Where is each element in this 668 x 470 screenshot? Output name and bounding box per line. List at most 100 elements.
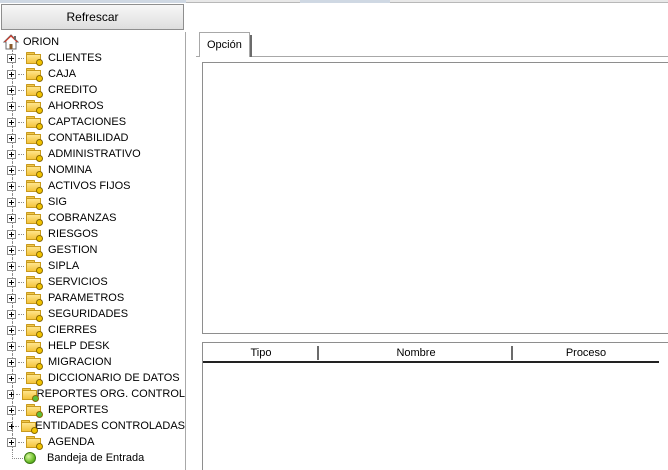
- inbox-icon: [24, 452, 36, 464]
- tree-item[interactable]: AGENDA: [3, 434, 185, 450]
- inbox-item[interactable]: Bandeja de Entrada: [3, 450, 185, 466]
- folder-icon: [25, 339, 45, 354]
- expand-icon[interactable]: [7, 325, 16, 335]
- expand-icon[interactable]: [7, 341, 16, 351]
- expand-icon[interactable]: [7, 357, 16, 367]
- expand-icon[interactable]: [7, 149, 16, 159]
- navigation-panel: Refrescar ORION CLIENTES CAJA CREDITO AHORR…: [0, 3, 186, 470]
- expand-icon[interactable]: [7, 373, 16, 383]
- expand-icon[interactable]: [7, 245, 16, 255]
- expand-icon[interactable]: [7, 421, 15, 431]
- expand-icon[interactable]: [7, 261, 16, 271]
- tree-item[interactable]: SIPLA: [3, 258, 185, 274]
- tree-item-label: SEGURIDADES: [48, 308, 129, 320]
- tree-item[interactable]: MIGRACION: [3, 354, 185, 370]
- expand-icon[interactable]: [7, 437, 16, 447]
- tree-root[interactable]: ORION: [3, 34, 185, 50]
- tree-connector: [18, 441, 24, 443]
- tree-item[interactable]: COBRANZAS: [3, 210, 185, 226]
- tree-connector: [18, 201, 24, 203]
- expand-icon[interactable]: [7, 389, 14, 399]
- tree-item[interactable]: CAJA: [3, 66, 185, 82]
- status-dot-icon: [36, 363, 43, 370]
- tree-item[interactable]: SEGURIDADES: [3, 306, 185, 322]
- tree-item[interactable]: CONTABILIDAD: [3, 130, 185, 146]
- expand-icon[interactable]: [7, 277, 16, 287]
- tree-item[interactable]: SERVICIOS: [3, 274, 185, 290]
- tree-connector: [18, 89, 24, 91]
- tree-item[interactable]: ENTIDADES CONTROLADAS: [3, 418, 185, 434]
- results-grid: Tipo Nombre Proceso: [202, 342, 668, 470]
- status-dot-icon: [36, 315, 43, 322]
- tree-item-label: SIPLA: [48, 260, 80, 272]
- expand-icon[interactable]: [7, 53, 16, 63]
- tree-item[interactable]: REPORTES: [3, 402, 185, 418]
- folder-icon: [25, 163, 45, 178]
- tree-item[interactable]: PARAMETROS: [3, 290, 185, 306]
- tree-item-label: CONTABILIDAD: [48, 132, 129, 144]
- tree-item-label: AHORROS: [48, 100, 104, 112]
- tree-item[interactable]: NOMINA: [3, 162, 185, 178]
- tree-item-label: SERVICIOS: [48, 276, 108, 288]
- expand-icon[interactable]: [7, 213, 16, 223]
- refresh-button[interactable]: Refrescar: [1, 4, 184, 30]
- tree-item-label: RIESGOS: [48, 228, 99, 240]
- tree-connector: [18, 105, 24, 107]
- tree-item-label: PARAMETROS: [48, 292, 125, 304]
- expand-icon[interactable]: [7, 229, 16, 239]
- content-panel: Opción Tipo Nombre Proceso: [186, 3, 668, 470]
- folder-icon: [20, 419, 38, 434]
- tree-connector: [18, 153, 24, 155]
- column-nombre[interactable]: Nombre: [319, 345, 513, 361]
- folder-icon: [25, 435, 45, 450]
- expand-icon[interactable]: [7, 69, 16, 79]
- tree-item[interactable]: HELP DESK: [3, 338, 185, 354]
- status-dot-icon: [36, 187, 43, 194]
- tree-item[interactable]: ACTIVOS FIJOS: [3, 178, 185, 194]
- tree-item-label: GESTION: [48, 244, 98, 256]
- expand-icon[interactable]: [7, 101, 16, 111]
- tree-item-label: CREDITO: [48, 84, 98, 96]
- tree-item[interactable]: ADMINISTRATIVO: [3, 146, 185, 162]
- tree-item[interactable]: CLIENTES: [3, 50, 185, 66]
- folder-icon: [25, 83, 45, 98]
- tree-item-label: CLIENTES: [48, 52, 102, 64]
- tree-item[interactable]: DICCIONARIO DE DATOS: [3, 370, 185, 386]
- expand-icon[interactable]: [7, 85, 16, 95]
- tree-connector: [18, 137, 24, 139]
- tree-item-label: NOMINA: [48, 164, 92, 176]
- tree-connector: [18, 281, 24, 283]
- grid-header: Tipo Nombre Proceso: [203, 345, 659, 363]
- expand-icon[interactable]: [7, 165, 16, 175]
- expand-icon[interactable]: [7, 181, 16, 191]
- tree-item[interactable]: SIG: [3, 194, 185, 210]
- status-dot-icon: [36, 139, 43, 146]
- expand-icon[interactable]: [7, 309, 16, 319]
- folder-icon: [25, 195, 45, 210]
- expand-icon[interactable]: [7, 197, 16, 207]
- folder-icon: [25, 307, 45, 322]
- tree-item[interactable]: AHORROS: [3, 98, 185, 114]
- expand-icon[interactable]: [7, 405, 16, 415]
- expand-icon[interactable]: [7, 133, 16, 143]
- expand-icon[interactable]: [7, 117, 16, 127]
- column-tipo[interactable]: Tipo: [203, 345, 319, 361]
- tree-connector: [18, 329, 24, 331]
- column-proceso[interactable]: Proceso: [513, 345, 659, 361]
- folder-icon: [25, 211, 45, 226]
- folder-icon: [21, 387, 39, 402]
- tree-item[interactable]: GESTION: [3, 242, 185, 258]
- tree-item-label: MIGRACION: [48, 356, 112, 368]
- status-dot-icon: [36, 251, 43, 258]
- tree-item[interactable]: REPORTES ORG. CONTROL: [3, 386, 185, 402]
- tree-item[interactable]: CIERRES: [3, 322, 185, 338]
- tree-item-label: AGENDA: [48, 436, 95, 448]
- status-dot-icon: [36, 107, 43, 114]
- tree-item[interactable]: CREDITO: [3, 82, 185, 98]
- tree-item-label: SIG: [48, 196, 67, 208]
- tree-item-label: CIERRES: [48, 324, 97, 336]
- tree-item[interactable]: RIESGOS: [3, 226, 185, 242]
- tab-opcion[interactable]: Opción: [199, 32, 252, 57]
- expand-icon[interactable]: [7, 293, 16, 303]
- tree-item[interactable]: CAPTACIONES: [3, 114, 185, 130]
